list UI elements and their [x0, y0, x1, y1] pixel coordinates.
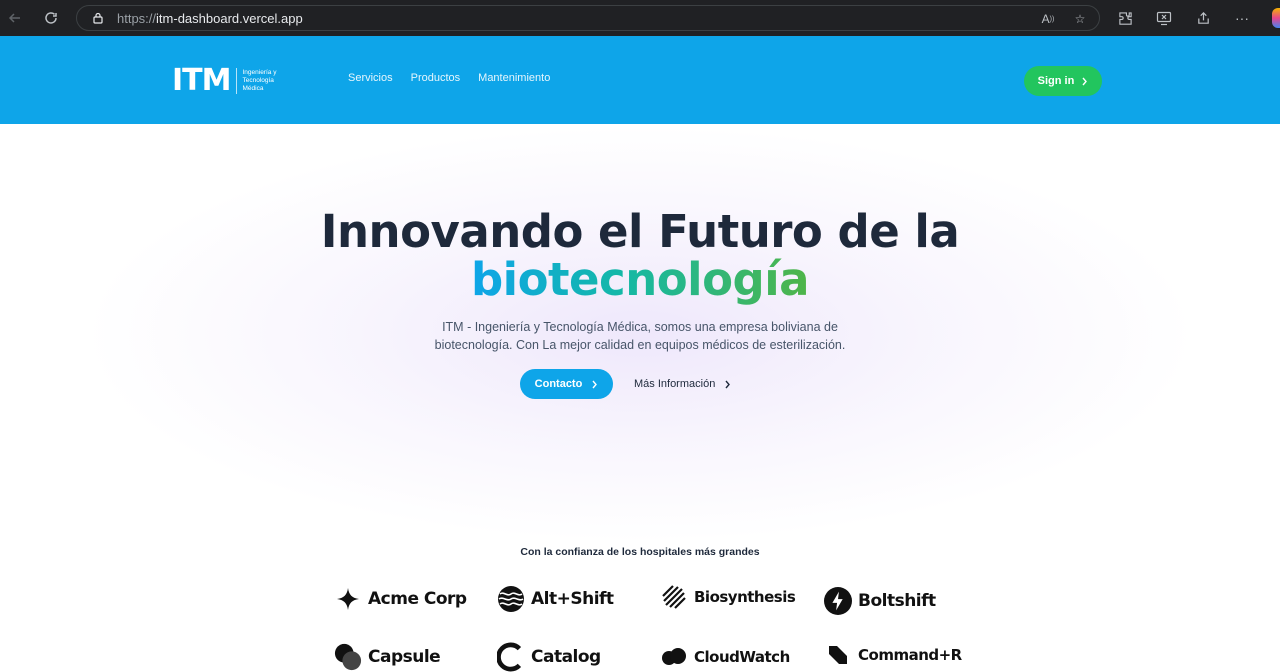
logo-name: Catalog [531, 647, 601, 667]
logo-divider [236, 68, 238, 94]
back-icon[interactable] [2, 5, 28, 31]
nav-mantenimiento[interactable]: Mantenimiento [478, 72, 550, 84]
catalog-icon [497, 642, 525, 672]
bolt-icon [824, 587, 852, 615]
read-aloud-icon[interactable]: A)) [1039, 10, 1057, 28]
contact-button-label: Contacto [534, 378, 583, 390]
hero-actions: Contacto Más Información [520, 369, 731, 399]
sign-in-button[interactable]: Sign in [1024, 66, 1102, 96]
cloud-icon [660, 643, 688, 671]
copilot-icon[interactable] [1272, 8, 1280, 28]
more-menu-icon[interactable]: ··· [1229, 5, 1255, 31]
more-info-link[interactable]: Más Información [634, 378, 731, 390]
hero-description-line2: biotecnología. Con La mejor calidad en e… [434, 338, 846, 352]
logo-biosynthesis: Biosynthesis [660, 583, 796, 611]
reload-icon[interactable] [38, 5, 64, 31]
logo-name: Command+R [858, 646, 962, 664]
extensions-icon[interactable] [1112, 5, 1138, 31]
hero-title-accent: biotecnología [470, 253, 810, 306]
logo-name: Boltshift [858, 591, 936, 611]
hero-description-line1: ITM - Ingeniería y Tecnología Médica, so… [442, 320, 838, 334]
share-icon[interactable] [1190, 5, 1216, 31]
itm-logo[interactable]: ITM Ingeniería y Tecnología Médica [172, 66, 288, 96]
nav-productos[interactable]: Productos [411, 72, 461, 84]
command-icon [824, 641, 852, 669]
logo-name: Biosynthesis [694, 588, 796, 606]
lock-icon [93, 12, 103, 24]
hero-title: Innovando el Futuro de la biotecnología [0, 208, 1280, 304]
site-header: ITM Ingeniería y Tecnología Médica Servi… [0, 36, 1280, 124]
hero-description: ITM - Ingeniería y Tecnología Médica, so… [0, 318, 1280, 354]
main-nav: Servicios Productos Mantenimiento [348, 72, 550, 84]
stripes-icon [660, 583, 688, 611]
chevron-right-icon [592, 380, 598, 388]
logo-cloudwatch: CloudWatch [660, 643, 790, 671]
nav-servicios[interactable]: Servicios [348, 72, 393, 84]
sign-in-label: Sign in [1037, 75, 1075, 87]
logo-command-r: Command+R [824, 641, 962, 669]
chevron-right-icon [1082, 77, 1088, 85]
logo-alt-shift: Alt+Shift [497, 585, 614, 613]
more-info-label: Más Información [634, 378, 716, 390]
chevron-right-icon [725, 380, 731, 388]
favorite-star-icon[interactable]: ☆ [1071, 10, 1089, 28]
logo-wordmark: ITM [172, 63, 231, 98]
logo-boltshift: Boltshift [824, 587, 936, 615]
logo-acme-corp: Acme Corp [334, 585, 467, 613]
logo-subtitle: Ingeniería y Tecnología Médica [242, 69, 277, 92]
hero-title-line1: Innovando el Futuro de la [320, 205, 960, 258]
address-bar[interactable]: https://itm-dashboard.vercel.app A)) ☆ [76, 5, 1100, 31]
contact-button[interactable]: Contacto [520, 369, 613, 399]
screenshot-icon[interactable] [1151, 5, 1177, 31]
logo-name: Alt+Shift [531, 589, 614, 609]
browser-toolbar: https://itm-dashboard.vercel.app A)) ☆ ·… [0, 0, 1280, 36]
logo-capsule: Capsule [334, 643, 441, 671]
logo-name: CloudWatch [694, 648, 790, 666]
logo-name: Acme Corp [368, 589, 467, 609]
sparkle-icon [334, 585, 362, 613]
url-text: https://itm-dashboard.vercel.app [117, 10, 303, 26]
logo-name: Capsule [368, 647, 441, 667]
waves-icon [497, 585, 525, 613]
capsule-icon [334, 643, 362, 671]
trusted-by-title: Con la confianza de los hospitales más g… [520, 546, 760, 558]
logo-catalog: Catalog [497, 642, 601, 672]
